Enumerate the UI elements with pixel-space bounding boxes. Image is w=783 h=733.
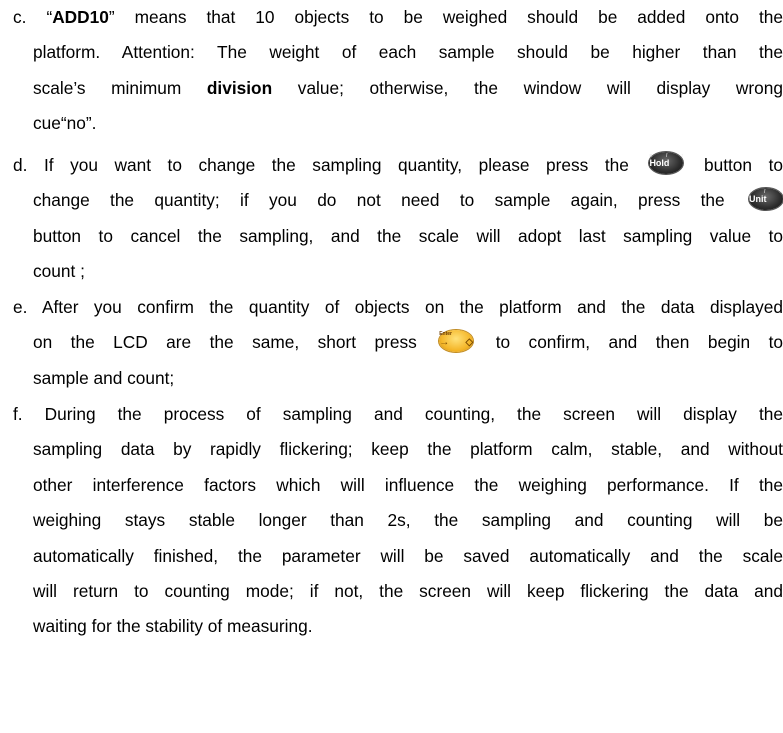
text-line: cue“no”. <box>33 113 97 134</box>
text-line: scale’s minimum division value; otherwis… <box>33 77 783 98</box>
unit-button-icon: ↓ / → Unit <box>749 187 783 210</box>
text-line: automatically finished, the parameter wi… <box>33 545 783 566</box>
text-line: on the LCD are the same, short press Ent… <box>33 329 783 353</box>
instruction-item-e: e. After you confirm the quantity of obj… <box>0 290 783 396</box>
text-line: count ; <box>33 261 85 282</box>
bold-term: division <box>206 77 273 98</box>
text-line: f. During the process of sampling and co… <box>13 404 783 424</box>
text-line: sampling data by rapidly flickering; kee… <box>33 439 783 460</box>
item-label: e. <box>13 297 28 317</box>
text-fragment: ” means that 10 objects to be weighed sh… <box>108 7 783 27</box>
item-label: f. <box>13 404 23 424</box>
text-line: c. “ADD10” means that 10 objects to be w… <box>0 0 783 35</box>
bold-term: ADD10 <box>52 7 109 27</box>
text-line: will return to counting mode; if not, th… <box>33 580 783 601</box>
text-line: d. If you want to change the sampling qu… <box>13 152 783 175</box>
text-line: button to cancel the sampling, and the s… <box>33 225 783 246</box>
text-line: sample and count; <box>33 367 175 388</box>
text-line: other interference factors which will in… <box>33 474 783 495</box>
text-line: waiting for the stability of measuring. <box>33 616 313 637</box>
instruction-item-d: d. If you want to change the sampling qu… <box>0 148 783 290</box>
text-line: platform. Attention: The weight of each … <box>33 42 783 63</box>
text-line: change the quantity; if you do not need … <box>33 187 783 211</box>
instruction-item-f: f. During the process of sampling and co… <box>0 397 783 645</box>
text-line: e. After you confirm the quantity of obj… <box>13 297 783 317</box>
instruction-item-c: c. “ADD10” means that 10 objects to be w… <box>0 0 783 142</box>
hold-button-icon: ≡ / ↑ Hold <box>649 152 684 175</box>
text-line: weighing stays stable longer than 2s, th… <box>33 510 783 531</box>
item-label: c. <box>13 7 27 27</box>
item-label: d. <box>13 155 28 175</box>
enter-button-icon: Enter →◇ <box>439 329 474 352</box>
